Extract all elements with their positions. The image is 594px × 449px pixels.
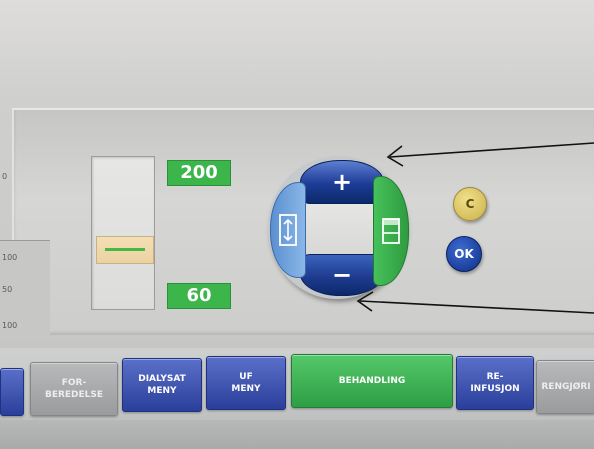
tab-reinfusjon[interactable]: RE- INFUSJON	[456, 356, 534, 410]
tab-forberedelse[interactable]: FOR- BEREDELSE	[30, 362, 118, 416]
tab-edge-left[interactable]	[0, 368, 24, 416]
annotation-arrow-lower	[356, 291, 594, 314]
annotation-arrow-upper	[386, 142, 594, 167]
bottom-bezel	[0, 420, 594, 449]
tab-uf-meny[interactable]: UF MENY	[206, 356, 286, 410]
tab-rengjoring[interactable]: RENGJØRI	[536, 360, 594, 414]
tab-behandling[interactable]: BEHANDLING	[291, 354, 453, 408]
tab-dialysat-meny[interactable]: DIALYSAT MENY	[122, 358, 202, 412]
